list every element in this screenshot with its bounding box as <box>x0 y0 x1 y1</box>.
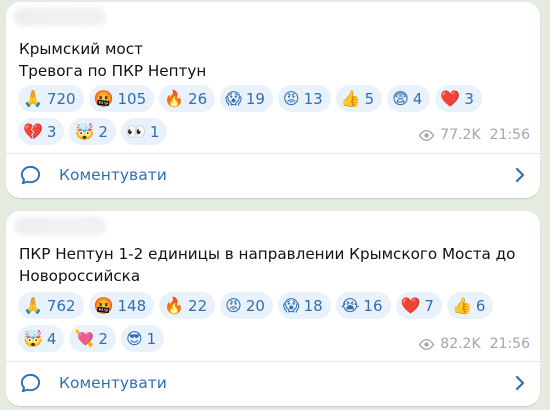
comment-label: Коментувати <box>59 166 167 184</box>
comment-button[interactable]: Коментувати <box>6 155 540 195</box>
reaction-count: 1 <box>146 329 157 348</box>
reaction-emoji-icon: 🔥 <box>164 88 185 108</box>
reaction-chip[interactable]: 🙏 762 <box>18 292 84 319</box>
message-time: 21:56 <box>489 336 530 352</box>
reaction-emoji-icon: 😨 <box>392 88 409 108</box>
reaction-chip[interactable]: 😱 18 <box>277 292 331 319</box>
reaction-emoji-icon: 🙏 <box>23 88 43 108</box>
reaction-emoji-icon: 😭 <box>340 295 360 315</box>
reaction-count: 13 <box>303 89 323 108</box>
views-eye-icon <box>419 129 435 141</box>
reaction-emoji-icon: 👀 <box>125 121 146 141</box>
reactions-row: 🙏 762 🤬 148 🔥 22 😡 20 😱 18 😭 16 ❤️ 7 👍 6 <box>18 292 528 319</box>
blurred-sender-name <box>14 8 106 26</box>
message-meta: 82.2K 21:56 <box>418 336 530 352</box>
reaction-chip[interactable]: 😎 1 <box>120 325 165 352</box>
reaction-emoji-icon: 😡 <box>282 88 300 108</box>
reaction-chip[interactable]: 🤯 2 <box>69 118 116 145</box>
reaction-emoji-icon: 🤬 <box>93 88 114 108</box>
reaction-chip[interactable]: 😡 13 <box>277 85 331 112</box>
reaction-chip[interactable]: 👀 1 <box>120 118 168 145</box>
reaction-chip[interactable]: ❤️ 7 <box>395 292 442 319</box>
message-meta: 77.2K 21:56 <box>418 127 530 143</box>
views-eye-icon <box>419 338 435 350</box>
reaction-count: 19 <box>245 89 265 108</box>
reaction-chip[interactable]: 👍 6 <box>446 292 494 319</box>
reactions-row: 🙏 720 🤬 105 🔥 26 😱 19 😡 13 👍 5 😨 4 ❤️ 3 <box>18 85 528 112</box>
reaction-count: 26 <box>188 89 208 108</box>
reaction-count: 5 <box>364 89 375 108</box>
reaction-emoji-icon: ❤️ <box>400 295 421 315</box>
divider <box>6 153 540 154</box>
reaction-count: 2 <box>98 122 108 141</box>
reaction-count: 3 <box>46 122 57 141</box>
reaction-chip[interactable]: 💘 2 <box>69 325 116 352</box>
blurred-sender-name <box>14 217 106 235</box>
reaction-count: 3 <box>464 89 474 108</box>
message-text: ПКР Нептун 1-2 единицы в направлении Кры… <box>19 245 516 285</box>
reaction-emoji-icon: 🤯 <box>74 121 95 141</box>
reaction-emoji-icon: 😡 <box>225 295 242 315</box>
reaction-count: 22 <box>188 296 208 315</box>
message-text: Крымский мост Тревога по ПКР Нептун <box>19 40 207 80</box>
reaction-chip[interactable]: 😱 19 <box>220 85 273 112</box>
reaction-count: 18 <box>303 296 323 315</box>
message-bubble: ПКР Нептун 1-2 единицы в направлении Кры… <box>6 211 540 406</box>
reaction-chip[interactable]: 😭 16 <box>335 292 391 319</box>
reaction-emoji-icon: 👍 <box>340 88 361 108</box>
reaction-chip[interactable]: 🤯 4 <box>18 325 65 352</box>
reaction-chip[interactable]: ❤️ 3 <box>435 85 482 112</box>
reaction-emoji-icon: 🙏 <box>23 295 43 315</box>
message-time: 21:56 <box>489 127 530 143</box>
comment-label: Коментувати <box>59 374 167 392</box>
reaction-chip[interactable]: 😡 20 <box>220 292 273 319</box>
reaction-chip[interactable]: 🔥 26 <box>159 85 216 112</box>
reaction-emoji-icon: 😱 <box>225 88 242 108</box>
reaction-emoji-icon: 👍 <box>451 295 472 315</box>
reaction-count: 762 <box>46 296 76 315</box>
reaction-count: 4 <box>46 329 57 348</box>
reaction-emoji-icon: ❤️ <box>440 88 461 108</box>
reaction-chip[interactable]: 🤬 105 <box>88 85 155 112</box>
reaction-emoji-icon: 🤯 <box>23 328 43 348</box>
comment-button[interactable]: Коментувати <box>6 363 540 403</box>
reaction-chip[interactable]: 🙏 720 <box>18 85 84 112</box>
chevron-right-icon <box>515 375 525 391</box>
reaction-chip[interactable]: 😨 4 <box>387 85 431 112</box>
reaction-emoji-icon: 🔥 <box>164 295 185 315</box>
comment-bubble-icon <box>20 373 41 392</box>
message-bubble: Крымский мост Тревога по ПКР Нептун 🙏 720… <box>6 2 540 198</box>
reaction-count: 4 <box>412 89 423 108</box>
view-count: 77.2K <box>440 127 481 143</box>
comment-bubble-icon <box>20 165 41 184</box>
reaction-emoji-icon: 💘 <box>74 328 95 348</box>
reaction-count: 2 <box>98 329 108 348</box>
chevron-right-icon <box>515 167 525 183</box>
reaction-count: 1 <box>149 122 160 141</box>
reaction-chip[interactable]: 👍 5 <box>335 85 383 112</box>
reaction-count: 720 <box>46 89 76 108</box>
reaction-emoji-icon: 😎 <box>125 328 143 348</box>
reaction-count: 7 <box>424 296 434 315</box>
reaction-count: 6 <box>475 296 486 315</box>
reaction-count: 148 <box>117 296 147 315</box>
reaction-count: 105 <box>117 89 147 108</box>
divider <box>6 361 540 362</box>
reaction-count: 20 <box>245 296 265 315</box>
view-count: 82.2K <box>440 336 481 352</box>
reaction-emoji-icon: 🤬 <box>93 295 114 315</box>
reaction-emoji-icon: 💔 <box>23 121 43 141</box>
reaction-chip[interactable]: 🔥 22 <box>159 292 216 319</box>
reaction-count: 16 <box>363 296 383 315</box>
reaction-emoji-icon: 😱 <box>282 295 300 315</box>
reaction-chip[interactable]: 🤬 148 <box>88 292 155 319</box>
reaction-chip[interactable]: 💔 3 <box>18 118 65 145</box>
